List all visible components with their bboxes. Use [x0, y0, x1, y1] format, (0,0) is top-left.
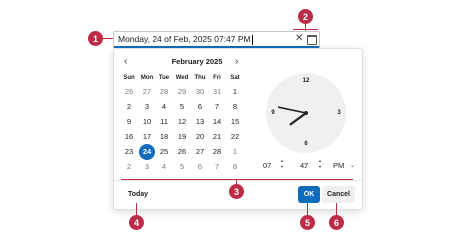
- annotation-2-bracket: [293, 29, 318, 30]
- analog-clock[interactable]: 12 3 6 9: [266, 73, 346, 153]
- calendar-day[interactable]: 22: [226, 130, 244, 144]
- annotation-badge-4: 4: [129, 215, 144, 230]
- calendar-day[interactable]: 12: [173, 115, 191, 129]
- calendar-day[interactable]: 5: [173, 100, 191, 114]
- calendar-day[interactable]: 28: [208, 145, 226, 159]
- calendar-day[interactable]: 14: [208, 115, 226, 129]
- clock-hands: [277, 106, 308, 126]
- calendar-day[interactable]: 7: [208, 100, 226, 114]
- chevron-down-icon: ⌄: [350, 163, 356, 169]
- footer-divider: [114, 180, 362, 181]
- calendar-day[interactable]: 5: [173, 160, 191, 174]
- weekday-wed: Wed: [175, 75, 189, 81]
- calendar-day[interactable]: 18: [155, 130, 173, 144]
- clock-center: [304, 111, 308, 115]
- calendar-day[interactable]: 26: [173, 145, 191, 159]
- annotation-badge-3: 3: [229, 184, 244, 199]
- text-caret: [251, 34, 253, 45]
- calendar-day[interactable]: 23: [120, 145, 138, 159]
- hour-spinner[interactable]: 07 ▲ ▼: [259, 158, 301, 173]
- calendar-day[interactable]: 17: [138, 130, 156, 144]
- calendar-day[interactable]: 10: [138, 115, 156, 129]
- hour-hand: [289, 111, 308, 126]
- annotation-badge-2: 2: [298, 9, 313, 24]
- datetime-input-text: Monday, 24 of Feb, 2025 07:47 PM: [118, 34, 253, 45]
- calendar-day[interactable]: 25: [155, 145, 173, 159]
- hour-value: 07: [263, 161, 272, 170]
- weekday-tue: Tue: [158, 75, 170, 81]
- calendar-day[interactable]: 30: [191, 85, 209, 99]
- calendar-day[interactable]: 21: [208, 130, 226, 144]
- datetime-input[interactable]: Monday, 24 of Feb, 2025 07:47 PM ✕: [113, 31, 320, 48]
- calendar-day[interactable]: 19: [173, 130, 191, 144]
- calendar-day[interactable]: 6: [191, 160, 209, 174]
- chevron-left-icon[interactable]: ‹: [124, 57, 127, 67]
- calendar-day[interactable]: 2: [120, 160, 138, 174]
- weekday-thu: Thu: [194, 75, 206, 81]
- calendar-day[interactable]: 26: [120, 85, 138, 99]
- calendar-day[interactable]: 27: [191, 145, 209, 159]
- calendar-day[interactable]: 13: [191, 115, 209, 129]
- calendar-day[interactable]: 16: [120, 130, 138, 144]
- calendar-day[interactable]: 9: [120, 115, 138, 129]
- chevron-right-icon[interactable]: ›: [235, 57, 238, 67]
- calendar-day[interactable]: 7: [208, 160, 226, 174]
- calendar-day[interactable]: 31: [208, 85, 226, 99]
- calendar-day[interactable]: 15: [226, 115, 244, 129]
- annotation-badge-6: 6: [329, 215, 344, 230]
- meridiem-value: PM: [333, 161, 345, 170]
- calendar-day[interactable]: 3: [138, 160, 156, 174]
- calendar-day[interactable]: 2: [120, 100, 138, 114]
- minute-value: 47: [300, 161, 309, 170]
- calendar-day[interactable]: 4: [155, 100, 173, 114]
- calendar-icon[interactable]: [307, 35, 317, 45]
- weekday-sun: Sun: [123, 75, 135, 81]
- calendar-day[interactable]: 4: [155, 160, 173, 174]
- weekday-mon: Mon: [140, 75, 154, 81]
- calendar-day[interactable]: 20: [191, 130, 209, 144]
- annotation-3-bracket: [121, 179, 353, 180]
- meridiem-select[interactable]: PM ⌄: [329, 158, 357, 173]
- calendar-day[interactable]: 11: [155, 115, 173, 129]
- today-button[interactable]: Today: [121, 186, 155, 203]
- hour-spinner-arrows[interactable]: ▲ ▼: [280, 158, 284, 170]
- calendar-day[interactable]: 8: [226, 100, 244, 114]
- calendar-day[interactable]: 28: [155, 85, 173, 99]
- calendar-day[interactable]: 1: [226, 85, 244, 99]
- calendar-day[interactable]: 27: [138, 85, 156, 99]
- close-icon[interactable]: ✕: [295, 33, 303, 45]
- minute-spinner-arrows[interactable]: ▲ ▼: [318, 158, 322, 170]
- calendar-day-selected[interactable]: 24: [139, 144, 155, 160]
- calendar-day[interactable]: 6: [191, 100, 209, 114]
- weekday-fri: Fri: [213, 75, 221, 81]
- annotation-badge-1: 1: [88, 31, 103, 46]
- month-title: February 2025: [171, 57, 223, 66]
- calendar-day[interactable]: 29: [173, 85, 191, 99]
- calendar-day[interactable]: 3: [138, 100, 156, 114]
- calendar-day[interactable]: 1: [226, 145, 244, 159]
- annotation-badge-5: 5: [300, 215, 315, 230]
- minute-hand: [277, 106, 307, 114]
- weekday-sat: Sat: [230, 75, 240, 81]
- calendar-day[interactable]: 8: [226, 160, 244, 174]
- ok-button[interactable]: OK: [298, 186, 320, 203]
- cancel-button[interactable]: Cancel: [322, 186, 355, 203]
